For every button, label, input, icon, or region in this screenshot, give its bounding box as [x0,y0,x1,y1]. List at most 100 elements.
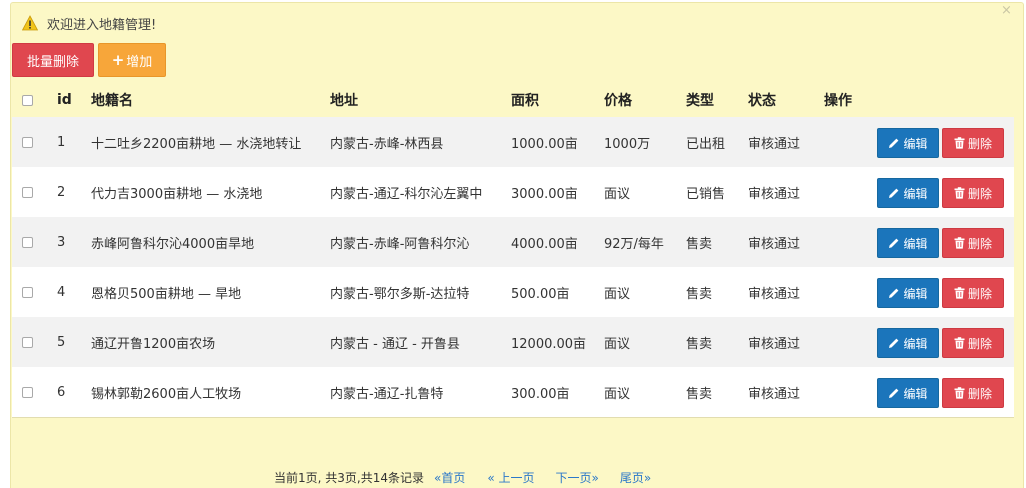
table-row: 6 锡林郭勒2600亩人工牧场 内蒙古-通辽-扎鲁特 300.00亩 面议 售卖 审核通过 编… [12,367,1014,417]
cell-status: 审核通过 [748,236,801,252]
edit-button[interactable]: 编辑 [877,228,939,258]
table-header: id 地籍名 地址 面积 价格 类型 状态 操作 [12,84,867,116]
trash-icon [954,287,965,299]
close-icon[interactable]: × [1001,4,1012,18]
next-page-link[interactable]: 下一页» [556,469,599,486]
cell-id: 4 [57,284,66,300]
cell-name: 赤峰阿鲁科尔沁4000亩旱地 [91,236,255,252]
pencil-icon [889,138,899,148]
cell-type: 售卖 [686,386,713,402]
trash-icon [954,187,965,199]
cell-address: 内蒙古 - 通辽 - 开鲁县 [330,336,460,352]
header-type: 类型 [686,93,714,109]
trash-icon [954,337,965,349]
row-checkbox[interactable] [22,236,33,248]
pencil-icon [889,238,899,248]
plus-icon: + [111,51,125,69]
edit-label: 编辑 [903,236,928,251]
delete-label: 删除 [967,236,992,251]
edit-button[interactable]: 编辑 [877,378,939,408]
header-id: id [57,92,72,108]
delete-button[interactable]: 删除 [942,178,1004,208]
header-address: 地址 [330,93,358,109]
cell-price: 1000万 [604,136,651,152]
row-checkbox[interactable] [22,136,33,148]
add-label: 增加 [126,54,153,70]
delete-label: 删除 [967,186,992,201]
last-page-link[interactable]: 尾页» [620,469,651,486]
header-price: 价格 [604,93,632,109]
cell-type: 售卖 [686,236,713,252]
cell-area: 3000.00亩 [511,186,578,202]
cell-status: 审核通过 [748,386,801,402]
cell-address: 内蒙古-通辽-扎鲁特 [330,386,444,402]
cell-type: 售卖 [686,286,713,302]
cell-name: 十二吐乡2200亩耕地 — 水浇地转让 [91,136,302,152]
select-all-checkbox[interactable] [22,94,33,106]
row-checkbox[interactable] [22,286,33,298]
cell-id: 3 [57,234,66,250]
alert-message: 欢迎进入地籍管理! [47,17,157,33]
table-row: 1 十二吐乡2200亩耕地 — 水浇地转让 内蒙古-赤峰-林西县 1000.00亩 10… [12,117,1014,167]
trash-icon [954,137,965,149]
edit-label: 编辑 [903,136,928,151]
cell-name: 恩格贝500亩耕地 — 旱地 [91,286,242,302]
edit-label: 编辑 [903,336,928,351]
welcome-alert: 欢迎进入地籍管理! [22,13,156,33]
delete-button[interactable]: 删除 [942,328,1004,358]
cell-status: 审核通过 [748,336,801,352]
edit-label: 编辑 [903,386,928,401]
delete-button[interactable]: 删除 [942,228,1004,258]
cell-type: 已销售 [686,186,726,202]
table-body: 1 十二吐乡2200亩耕地 — 水浇地转让 内蒙古-赤峰-林西县 1000.00亩 10… [12,117,1014,417]
warning-icon [22,15,38,31]
cell-id: 2 [57,184,66,200]
cell-status: 审核通过 [748,286,801,302]
prev-page-link[interactable]: « 上一页 [487,469,534,486]
cell-price: 面议 [604,286,631,302]
delete-label: 删除 [967,336,992,351]
edit-button[interactable]: 编辑 [877,328,939,358]
cell-status: 审核通过 [748,136,801,152]
delete-button[interactable]: 删除 [942,378,1004,408]
batch-delete-label: 批量删除 [26,54,79,70]
first-page-link[interactable]: «首页 [434,469,465,486]
header-area: 面积 [511,93,539,109]
pencil-icon [889,288,899,298]
cell-id: 1 [57,134,66,150]
delete-button[interactable]: 删除 [942,278,1004,308]
pagination: 当前1页, 共3页,共14条记录 «首页 « 上一页 下一页» 尾页» [274,469,651,485]
table-bottom-border [12,417,1014,418]
edit-button[interactable]: 编辑 [877,178,939,208]
cell-address: 内蒙古-赤峰-阿鲁科尔沁 [330,236,470,252]
batch-delete-button[interactable]: 批量删除 [12,43,94,77]
cell-area: 12000.00亩 [511,336,587,352]
row-checkbox[interactable] [22,186,33,198]
row-checkbox[interactable] [22,336,33,348]
edit-button[interactable]: 编辑 [877,128,939,158]
trash-icon [954,237,965,249]
cell-name: 通辽开鲁1200亩农场 [91,336,216,352]
edit-button[interactable]: 编辑 [877,278,939,308]
pencil-icon [889,338,899,348]
table-row: 2 代力吉3000亩耕地 — 水浇地 内蒙古-通辽-科尔沁左翼中 3000.00亩 面议… [12,167,1014,217]
cell-id: 5 [57,334,66,350]
cell-name: 代力吉3000亩耕地 — 水浇地 [91,186,263,202]
edit-label: 编辑 [903,186,928,201]
cell-area: 300.00亩 [511,386,570,402]
delete-button[interactable]: 删除 [942,128,1004,158]
table-row: 4 恩格贝500亩耕地 — 旱地 内蒙古-鄂尔多斯-达拉特 500.00亩 面议 售卖 审核… [12,267,1014,317]
cell-area: 500.00亩 [511,286,570,302]
add-button[interactable]: + 增加 [98,43,166,77]
header-name: 地籍名 [91,93,133,109]
table-row: 5 通辽开鲁1200亩农场 内蒙古 - 通辽 - 开鲁县 12000.00亩 面议 售卖 审… [12,317,1014,367]
delete-label: 删除 [967,136,992,151]
pencil-icon [889,388,899,398]
trash-icon [954,387,965,399]
cell-price: 92万/每年 [604,236,664,252]
row-checkbox[interactable] [22,386,33,398]
cell-address: 内蒙古-通辽-科尔沁左翼中 [330,186,483,202]
table-row: 3 赤峰阿鲁科尔沁4000亩旱地 内蒙古-赤峰-阿鲁科尔沁 4000.00亩 92万/每… [12,217,1014,267]
delete-label: 删除 [967,286,992,301]
cell-price: 面议 [604,386,631,402]
